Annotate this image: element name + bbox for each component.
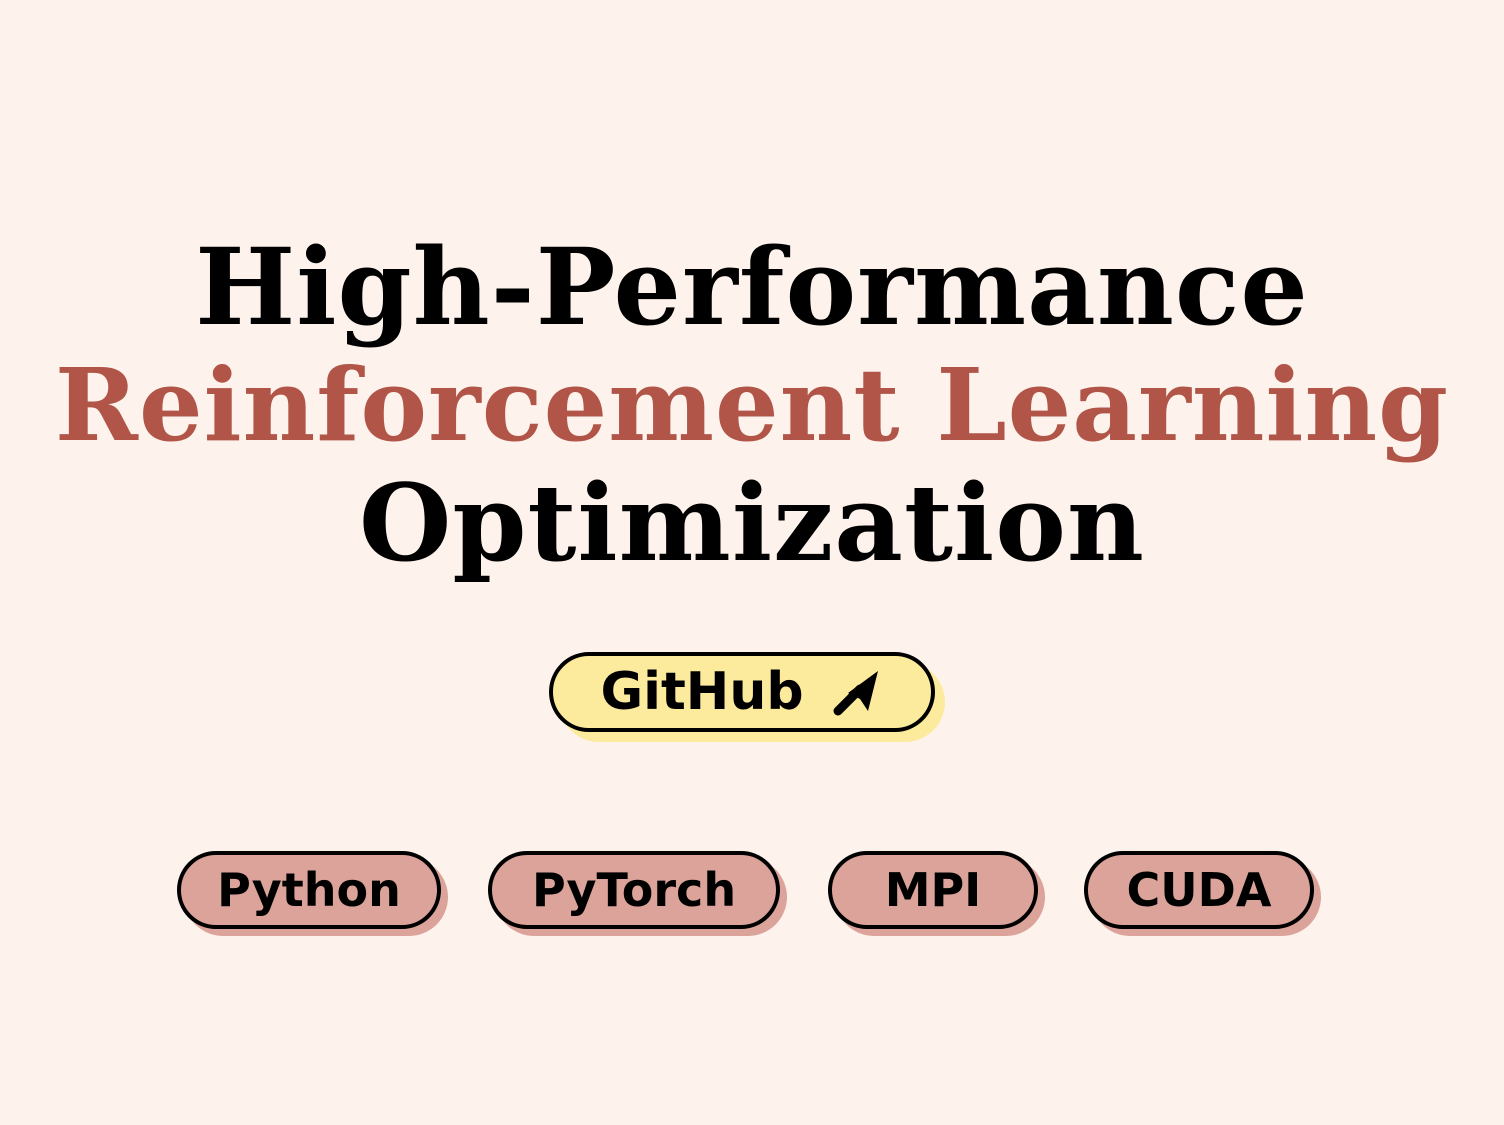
title-line-high-performance: High-Performance xyxy=(195,224,1309,349)
tag-mpi[interactable]: MPI xyxy=(828,851,1038,929)
tag-cuda[interactable]: CUDA xyxy=(1084,851,1314,929)
github-button-label: GitHub xyxy=(600,662,804,722)
arrow-up-right-icon xyxy=(833,671,878,716)
github-button[interactable]: GitHub xyxy=(549,652,935,732)
page-title: High-Performance Reinforcement Learning … xyxy=(0,228,1504,582)
tag-python[interactable]: Python xyxy=(177,851,441,929)
tag-pytorch[interactable]: PyTorch xyxy=(488,851,780,929)
title-line-reinforcement-learning: Reinforcement Learning xyxy=(54,346,1450,464)
title-line-optimization: Optimization xyxy=(359,460,1145,585)
